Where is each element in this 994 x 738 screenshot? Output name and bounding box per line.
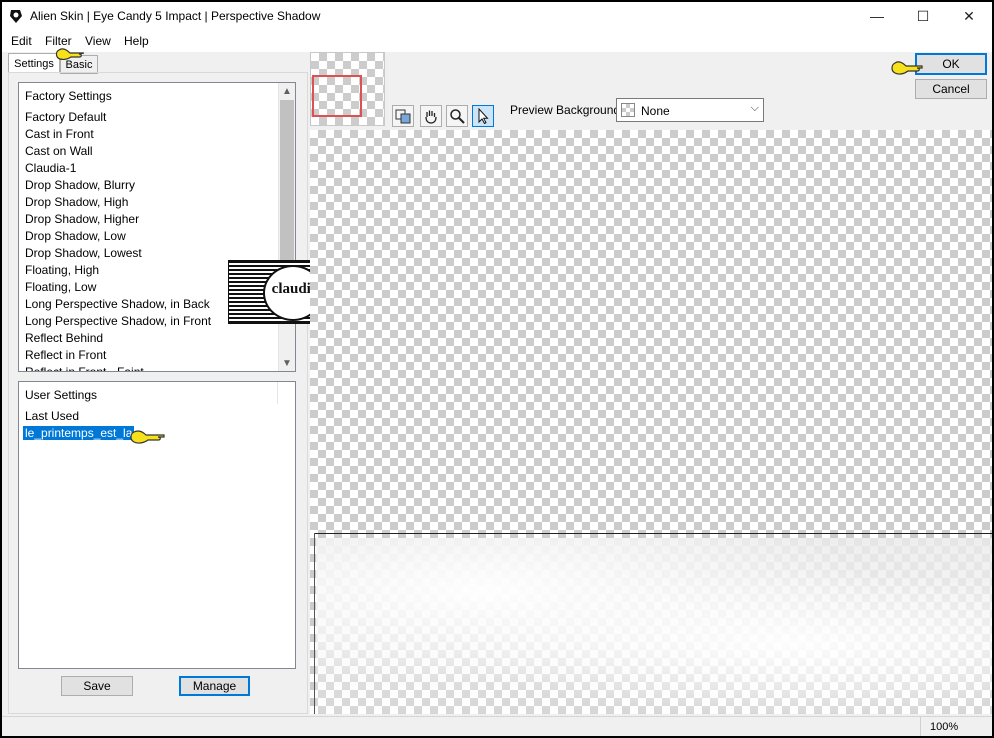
list-item[interactable]: Long Perspective Shadow, in Front (25, 314, 211, 328)
tab-settings[interactable]: Settings (8, 53, 60, 73)
pointing-hand-icon (130, 430, 165, 444)
list-item[interactable]: Drop Shadow, High (25, 195, 128, 209)
list-item[interactable]: Last Used (25, 409, 79, 423)
list-item[interactable]: Reflect Behind (25, 331, 103, 345)
shadow-preview-image (316, 538, 992, 714)
zoom-icon (450, 109, 465, 124)
list-item[interactable]: Claudia-1 (25, 161, 76, 175)
list-item[interactable]: Floating, High (25, 263, 99, 277)
list-item[interactable]: Drop Shadow, Lowest (25, 246, 142, 260)
navigator-view-box[interactable] (312, 75, 362, 117)
preview-canvas[interactable] (310, 130, 992, 714)
list-item[interactable]: Drop Shadow, Low (25, 229, 126, 243)
arrow-icon (478, 108, 489, 124)
pointing-hand-icon (55, 48, 85, 60)
close-button[interactable]: ✕ (946, 2, 992, 30)
window-title: Alien Skin | Eye Candy 5 Impact | Perspe… (30, 9, 321, 23)
list-item-selected[interactable]: le_printemps_est_la (23, 426, 135, 440)
image-top-edge (314, 533, 992, 534)
ok-button[interactable]: OK (915, 53, 987, 75)
preview-background-label: Preview Background: (510, 103, 624, 117)
chevron-down-icon: ⌵ (750, 102, 759, 114)
scroll-down-icon[interactable]: ▼ (279, 355, 295, 371)
maximize-button[interactable]: ☐ (900, 2, 946, 30)
manage-button[interactable]: Manage (179, 676, 250, 696)
menu-view[interactable]: View (85, 34, 111, 48)
list-item[interactable]: Cast on Wall (25, 144, 93, 158)
factory-settings-list[interactable]: Factory Settings Factory Default Cast in… (18, 82, 296, 372)
scroll-up-icon[interactable]: ▲ (279, 83, 295, 99)
menu-help[interactable]: Help (124, 34, 149, 48)
list-item[interactable]: Factory Default (25, 110, 106, 124)
image-left-edge (314, 533, 315, 714)
list-item[interactable]: Drop Shadow, Higher (25, 212, 139, 226)
eye-candy-window: Alien Skin | Eye Candy 5 Impact | Perspe… (2, 2, 992, 736)
hand-icon (425, 110, 437, 124)
save-button[interactable]: Save (61, 676, 133, 696)
user-settings-header: User Settings (25, 388, 98, 402)
status-divider (920, 717, 921, 736)
status-bar: 100% (2, 716, 992, 736)
navigate-tool-button[interactable] (392, 105, 414, 127)
swatch-icon (621, 103, 635, 117)
preview-background-select[interactable]: None ⌵ (616, 98, 764, 122)
list-item[interactable]: Reflect in Front (25, 348, 106, 362)
list-item[interactable]: Floating, Low (25, 280, 96, 294)
arrow-tool-button[interactable] (472, 105, 494, 127)
hand-tool-button[interactable] (420, 105, 442, 127)
factory-list-scrollbar[interactable]: ▲ ▼ (278, 83, 295, 371)
list-item[interactable]: Long Perspective Shadow, in Back (25, 297, 210, 311)
list-item[interactable]: Reflect in Front - Faint (25, 365, 144, 371)
header-divider (277, 382, 278, 404)
pointing-hand-icon (891, 61, 923, 75)
title-bar: Alien Skin | Eye Candy 5 Impact | Perspe… (2, 2, 992, 30)
scroll-thumb[interactable] (280, 100, 294, 260)
preview-background-value: None (641, 104, 670, 118)
navigator-thumbnail[interactable] (310, 52, 385, 126)
factory-settings-header: Factory Settings (25, 89, 112, 103)
list-item[interactable]: Cast in Front (25, 127, 94, 141)
user-settings-list[interactable]: User Settings Last Used le_printemps_est… (18, 381, 296, 669)
list-item[interactable]: Drop Shadow, Blurry (25, 178, 135, 192)
navigate-icon (395, 109, 411, 124)
menu-bar: Edit Filter View Help (2, 30, 992, 52)
zoom-tool-button[interactable] (446, 105, 468, 127)
zoom-level: 100% (930, 721, 959, 733)
minimize-button[interactable]: — (854, 2, 900, 30)
app-icon (10, 10, 22, 23)
cancel-button[interactable]: Cancel (915, 79, 987, 99)
menu-edit[interactable]: Edit (11, 34, 32, 48)
